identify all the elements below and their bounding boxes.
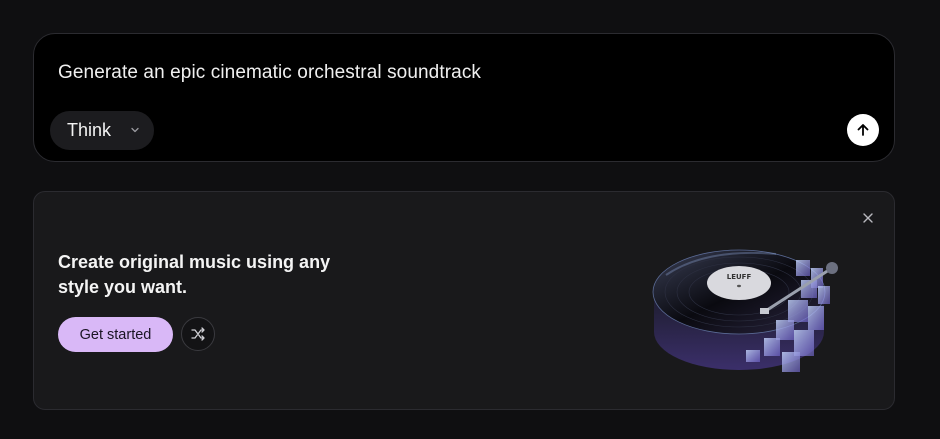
close-icon[interactable] [860,210,876,226]
shuffle-button[interactable] [181,317,215,351]
arrow-up-icon [857,124,869,136]
record-label-text: LEUFF [727,273,752,281]
mode-dropdown[interactable]: Think [50,111,154,150]
promo-card: Create original music using any style yo… [33,191,895,410]
prompt-box[interactable]: Generate an epic cinematic orchestral so… [33,33,895,162]
mode-label: Think [67,120,112,140]
promo-title: Create original music using any style yo… [58,252,331,297]
vinyl-turntable-illustration: LEUFF [652,249,838,372]
send-button[interactable] [847,114,879,146]
get-started-button[interactable]: Get started [58,317,173,352]
prompt-input[interactable]: Generate an epic cinematic orchestral so… [58,62,481,84]
chevron-down-icon [131,127,139,133]
shuffle-icon [191,327,205,341]
